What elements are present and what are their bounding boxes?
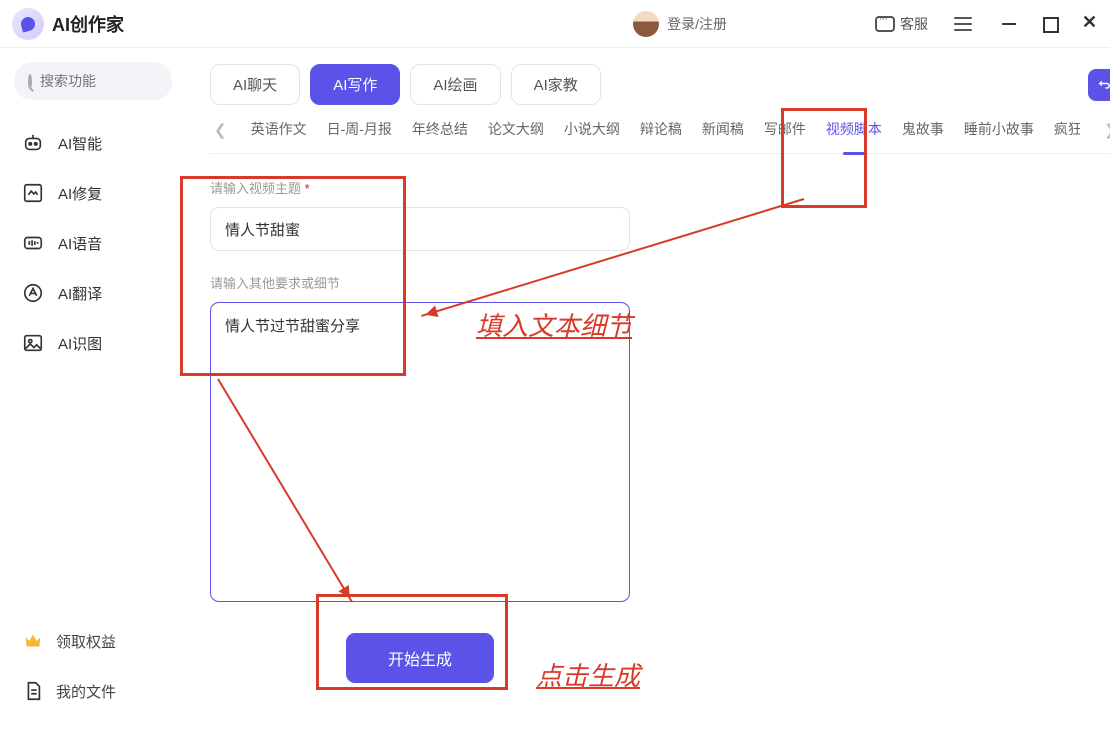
topic-label: 请输入视频主题 * bbox=[210, 178, 630, 197]
category-news[interactable]: 新闻稿 bbox=[702, 119, 744, 141]
category-report[interactable]: 日-周-月报 bbox=[327, 119, 392, 141]
sidebar-item-label: AI语音 bbox=[58, 233, 102, 254]
categories-scroll-right[interactable]: ❯ bbox=[1100, 121, 1110, 139]
customer-service-button[interactable]: 客服 bbox=[867, 10, 936, 38]
avatar[interactable] bbox=[633, 11, 659, 37]
sidebar-my-files[interactable]: 我的文件 bbox=[14, 666, 172, 716]
mode-tab-chat[interactable]: AI聊天 bbox=[210, 64, 300, 105]
sidebar-item-label: AI识图 bbox=[58, 333, 102, 354]
mode-tab-write[interactable]: AI写作 bbox=[310, 64, 400, 105]
category-novel-outline[interactable]: 小说大纲 bbox=[564, 119, 620, 141]
robot-icon bbox=[22, 132, 44, 154]
category-english-essay[interactable]: 英语作文 bbox=[251, 119, 307, 141]
generate-button[interactable]: 开始生成 bbox=[346, 633, 494, 683]
sidebar-item-ai-translate[interactable]: AI翻译 bbox=[14, 268, 172, 318]
back-button[interactable] bbox=[1088, 69, 1110, 101]
sidebar-item-ai-repair[interactable]: AI修复 bbox=[14, 168, 172, 218]
sidebar-item-ai-image-recognition[interactable]: AI识图 bbox=[14, 318, 172, 368]
app-title: AI创作家 bbox=[52, 11, 124, 37]
category-email[interactable]: 写邮件 bbox=[764, 119, 806, 141]
category-video-script[interactable]: 视频脚本 bbox=[826, 119, 882, 141]
hamburger-menu-icon[interactable] bbox=[954, 17, 972, 31]
detail-textarea[interactable] bbox=[210, 302, 630, 602]
window-maximize-button[interactable] bbox=[1042, 16, 1058, 32]
sidebar-item-label: AI修复 bbox=[58, 183, 102, 204]
benefits-label: 领取权益 bbox=[56, 631, 116, 652]
login-register-link[interactable]: 登录/注册 bbox=[667, 14, 727, 34]
sidebar-item-ai-smart[interactable]: AI智能 bbox=[14, 118, 172, 168]
sidebar-claim-benefits[interactable]: 领取权益 bbox=[14, 616, 172, 666]
detail-label: 请输入其他要求或细节 bbox=[210, 273, 630, 292]
sidebar-item-label: AI智能 bbox=[58, 133, 102, 154]
sidebar-item-ai-voice[interactable]: AI语音 bbox=[14, 218, 172, 268]
translate-icon bbox=[22, 282, 44, 304]
category-thesis-outline[interactable]: 论文大纲 bbox=[488, 119, 544, 141]
categories-scroll-left[interactable]: ❮ bbox=[210, 121, 231, 139]
category-year-summary[interactable]: 年终总结 bbox=[412, 119, 468, 141]
video-topic-input[interactable] bbox=[210, 207, 630, 251]
mode-tab-tutor[interactable]: AI家教 bbox=[511, 64, 601, 105]
customer-service-label: 客服 bbox=[900, 14, 928, 34]
my-files-label: 我的文件 bbox=[56, 681, 116, 702]
chat-icon bbox=[875, 16, 895, 32]
category-crazy[interactable]: 疯狂 bbox=[1054, 119, 1080, 141]
repair-icon bbox=[22, 182, 44, 204]
category-bedtime-story[interactable]: 睡前小故事 bbox=[964, 119, 1034, 141]
window-close-button[interactable]: ✕ bbox=[1082, 16, 1098, 32]
voice-icon bbox=[22, 232, 44, 254]
search-box[interactable] bbox=[14, 62, 172, 100]
image-icon bbox=[22, 332, 44, 354]
window-minimize-button[interactable] bbox=[1002, 16, 1018, 32]
search-icon bbox=[28, 74, 32, 89]
category-debate[interactable]: 辩论稿 bbox=[640, 119, 682, 141]
app-logo-icon bbox=[12, 8, 44, 40]
crown-icon bbox=[22, 630, 44, 652]
sidebar-item-label: AI翻译 bbox=[58, 283, 102, 304]
return-arrow-icon bbox=[1095, 76, 1110, 94]
category-ghost-story[interactable]: 鬼故事 bbox=[902, 119, 944, 141]
file-icon bbox=[22, 680, 44, 702]
mode-tab-draw[interactable]: AI绘画 bbox=[410, 64, 500, 105]
